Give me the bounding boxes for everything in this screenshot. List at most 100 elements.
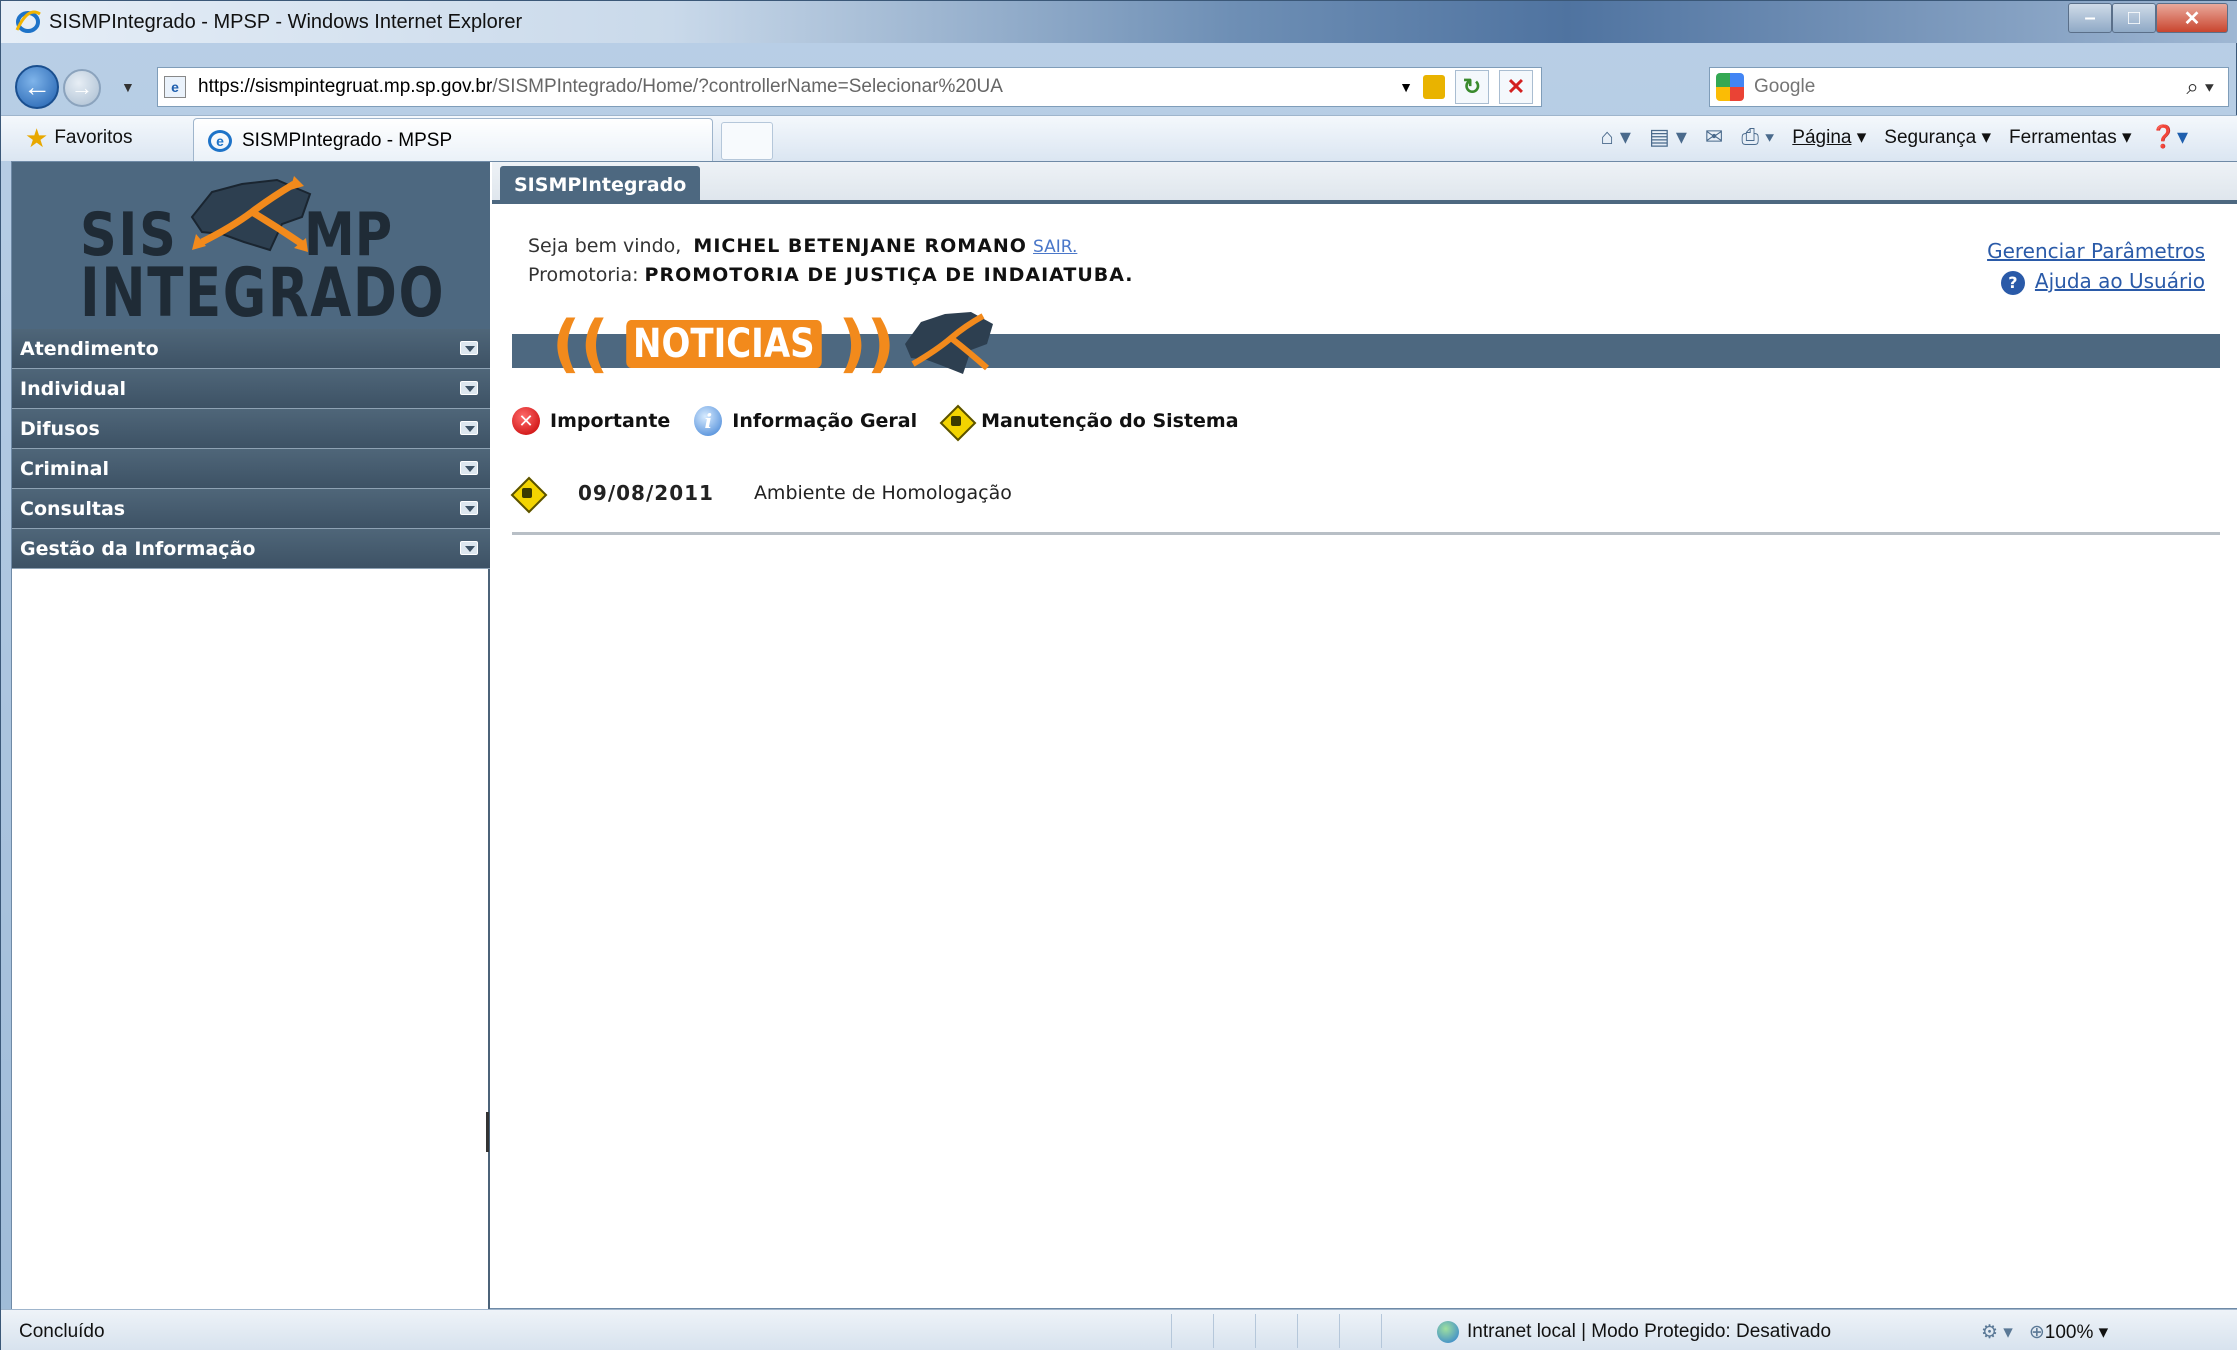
sidebar-item-label: Atendimento [20, 337, 159, 360]
print-icon[interactable]: ⎙ ▾ [1741, 124, 1774, 150]
sidebar-item-individual[interactable]: Individual [12, 369, 490, 409]
news-item[interactable]: 09/08/2011 Ambiente de Homologação [512, 478, 1012, 508]
home-icon[interactable]: ⌂ ▾ [1601, 124, 1631, 150]
back-button[interactable]: ← [15, 65, 59, 109]
help-menu-icon[interactable]: ❓▾ [2150, 124, 2188, 150]
page-viewport: SIS MP INTEGRADO Atendimento Individual … [11, 161, 2237, 1310]
security-zone[interactable]: Intranet local | Modo Protegido: Desativ… [1437, 1321, 1831, 1343]
command-bar: ★ Favoritos e SISMPIntegrado - MPSP ⌂ ▾ … [1, 115, 2237, 162]
window-title: SISMPIntegrado - MPSP - Windows Internet… [49, 11, 523, 33]
status-separators [1171, 1314, 1423, 1348]
zoom-level: 100% [2044, 1322, 2094, 1343]
expand-icon [460, 501, 478, 515]
search-box[interactable]: ⌕ ▾ [1709, 67, 2229, 107]
help-link[interactable]: Ajuda ao Usuário [2035, 269, 2205, 293]
sidebar-item-difusos[interactable]: Difusos [12, 409, 490, 449]
zoom-button[interactable]: ⊕100% ▾ [2029, 1321, 2108, 1344]
broadcast-right-icon: )) [838, 307, 895, 380]
news-title: NOTICIAS [625, 320, 822, 368]
favorites-button[interactable]: ★ Favoritos [11, 120, 146, 156]
minimize-button[interactable]: – [2068, 3, 2112, 33]
legend-maintenance-label: Manutenção do Sistema [981, 410, 1239, 432]
app-tabbar: SISMPIntegrado [492, 162, 2237, 204]
forward-button[interactable]: → [63, 69, 101, 107]
feeds-icon[interactable]: ▤ ▾ [1649, 124, 1687, 150]
security-menu[interactable]: Segurança ▾ [1884, 126, 1991, 149]
sidebar-item-atendimento[interactable]: Atendimento [12, 329, 490, 369]
legend-maintenance: Manutenção do Sistema [941, 406, 1239, 436]
close-button[interactable]: ✕ [2156, 3, 2228, 33]
sidebar-item-criminal[interactable]: Criminal [12, 449, 490, 489]
info-icon: i [694, 406, 723, 436]
refresh-icon[interactable]: ↻ [1455, 70, 1489, 104]
news-date: 09/08/2011 [578, 481, 714, 505]
zoom-icon: ⊕ [2028, 1322, 2045, 1343]
expand-icon [460, 541, 478, 555]
manage-params-link[interactable]: Gerenciar Parâmetros [1987, 239, 2205, 263]
expand-icon [460, 421, 478, 435]
legend-important: ✕ Importante [512, 407, 670, 435]
protected-mode-icon[interactable]: ⚙ ▾ [1981, 1321, 2013, 1344]
expand-icon [460, 381, 478, 395]
stop-icon[interactable]: ✕ [1499, 70, 1533, 104]
maintenance-sign-icon [941, 406, 971, 436]
logo-integrado-text: INTEGRADO [80, 254, 446, 333]
sidebar-item-consultas[interactable]: Consultas [12, 489, 490, 529]
expand-icon [460, 341, 478, 355]
star-icon: ★ [25, 122, 49, 153]
tab-sismpintegrado[interactable]: SISMPIntegrado [500, 166, 701, 204]
legend-general: i Informação Geral [694, 406, 917, 436]
status-text: Concluído [19, 1321, 105, 1342]
legend-important-label: Importante [550, 410, 671, 432]
command-tools: ⌂ ▾ ▤ ▾ ✉ ⎙ ▾ Página ▾ Segurança ▾ Ferra… [1601, 124, 2189, 150]
user-links: Gerenciar Parâmetros ? Ajuda ao Usuário [1987, 236, 2205, 296]
window-controls: – □ ✕ [2068, 3, 2228, 33]
history-dropdown-icon[interactable]: ▼ [121, 79, 135, 95]
user-name: MICHEL BETENJANE ROMANO [693, 235, 1027, 257]
browser-tab[interactable]: e SISMPIntegrado - MPSP [193, 118, 713, 162]
lock-icon[interactable] [1423, 75, 1445, 99]
important-x-icon: ✕ [512, 407, 540, 435]
main-content: SISMPIntegrado Seja bem vindo, MICHEL BE… [492, 162, 2237, 1310]
promotoria-prefix: Promotoria: [528, 264, 639, 286]
sp-map-icon [905, 312, 993, 374]
address-row: ← → ▼ e https://sismpintegruat.mp.sp.gov… [1, 43, 2237, 123]
sidebar-item-label: Individual [20, 377, 127, 400]
expand-icon [460, 461, 478, 475]
sidebar-item-label: Consultas [20, 497, 126, 520]
zone-text: Intranet local | Modo Protegido: Desativ… [1467, 1321, 1832, 1342]
help-icon: ? [2000, 270, 2025, 295]
broadcast-left-icon: (( [552, 307, 609, 380]
search-icon[interactable]: ⌕ ▾ [2186, 74, 2214, 100]
legend-general-label: Informação Geral [732, 410, 918, 432]
splitter-handle[interactable] [486, 1112, 489, 1152]
url-path: /SISMPIntegrado/Home/?controllerName=Sel… [492, 76, 1003, 97]
welcome-prefix: Seja bem vindo, [528, 235, 682, 257]
favorites-label: Favoritos [54, 127, 133, 148]
maximize-button[interactable]: □ [2112, 3, 2156, 33]
address-dropdown-icon[interactable]: ▼ [1399, 79, 1413, 95]
sidebar-item-label: Difusos [20, 417, 100, 440]
search-input[interactable] [1754, 76, 2134, 98]
page-icon: e [164, 76, 186, 98]
news-logo: (( NOTICIAS )) [552, 304, 999, 384]
google-icon [1716, 73, 1744, 101]
welcome-block: Seja bem vindo, MICHEL BETENJANE ROMANO … [528, 232, 1134, 289]
promotoria-name: PROMOTORIA DE JUSTIÇA DE INDAIATUBA. [644, 264, 1134, 286]
browser-window: SISMPIntegrado - MPSP - Windows Internet… [0, 0, 2237, 1350]
url-host: https://sismpintegruat.mp.sp.gov.br [198, 76, 493, 97]
url-text[interactable]: https://sismpintegruat.mp.sp.gov.br/SISM… [198, 76, 1003, 98]
globe-icon [1437, 1321, 1459, 1343]
sp-map-logo-icon [190, 176, 312, 252]
sidebar-item-label: Criminal [20, 457, 109, 480]
logout-link[interactable]: SAIR. [1033, 237, 1077, 257]
sidebar-item-gestao-informacao[interactable]: Gestão da Informação [12, 529, 490, 569]
address-bar[interactable]: e https://sismpintegruat.mp.sp.gov.br/SI… [157, 67, 1542, 107]
news-headline[interactable]: Ambiente de Homologação [754, 482, 1012, 504]
page-menu[interactable]: Página ▾ [1792, 126, 1866, 149]
tools-menu[interactable]: Ferramentas ▾ [2009, 126, 2132, 149]
mail-icon[interactable]: ✉ [1705, 124, 1723, 150]
maintenance-sign-icon [512, 478, 542, 508]
new-tab-button[interactable] [721, 122, 773, 160]
sidebar: SIS MP INTEGRADO Atendimento Individual … [12, 162, 490, 1310]
